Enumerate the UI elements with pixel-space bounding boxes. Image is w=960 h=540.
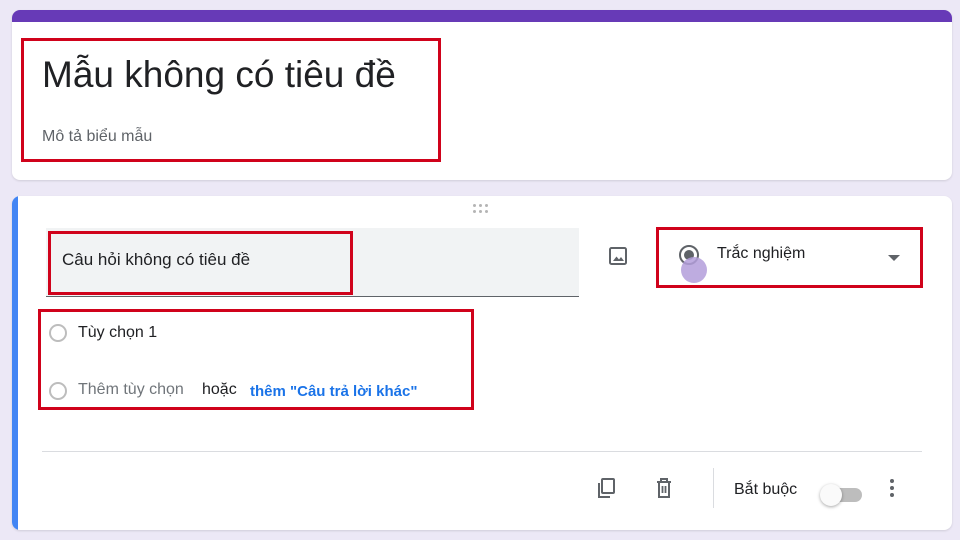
add-image-button[interactable] [604, 242, 632, 270]
footer-divider [42, 451, 922, 452]
required-label: Bắt buộc [734, 481, 798, 498]
footer-vertical-divider [713, 468, 714, 508]
required-toggle[interactable] [818, 482, 864, 506]
highlight-box-options [38, 309, 474, 410]
active-question-bar [12, 196, 18, 530]
copy-icon [598, 478, 615, 498]
form-accent-bar [12, 10, 952, 22]
more-options-button[interactable] [878, 474, 906, 502]
highlight-box-question [48, 231, 353, 295]
drag-handle-icon[interactable] [473, 204, 493, 216]
highlight-box-title [21, 38, 441, 162]
more-vertical-icon [890, 479, 894, 497]
toggle-thumb [820, 484, 842, 506]
delete-button[interactable] [650, 474, 678, 502]
image-icon [609, 247, 627, 265]
highlight-box-type [656, 227, 923, 288]
duplicate-button[interactable] [592, 474, 620, 502]
trash-icon [657, 478, 671, 498]
